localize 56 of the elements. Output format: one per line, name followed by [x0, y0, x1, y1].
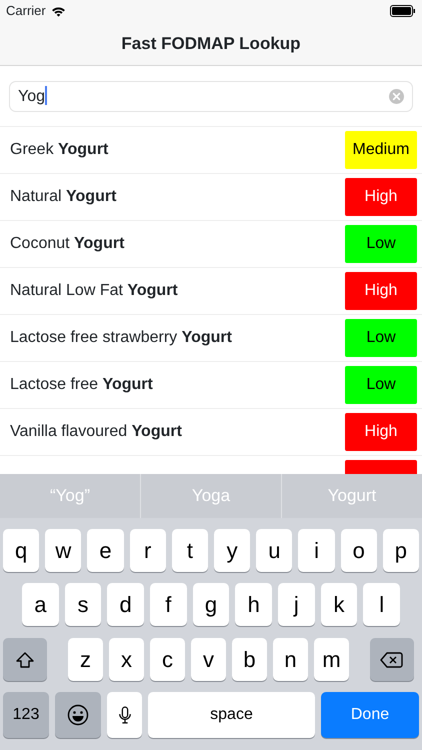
keyboard-key[interactable]: n [273, 638, 308, 681]
keyboard-key[interactable]: h [235, 583, 272, 626]
keyboard-key[interactable]: m [314, 638, 349, 681]
food-name: Vanilla flavoured Yogurt [10, 422, 183, 442]
keyboard-key[interactable]: u [256, 529, 292, 572]
dictation-key[interactable] [107, 692, 142, 738]
microphone-icon [118, 705, 132, 725]
keyboard-key[interactable]: b [232, 638, 267, 681]
rating-badge: High [345, 178, 417, 216]
shift-icon [15, 650, 35, 668]
rating-badge: High [345, 272, 417, 310]
carrier-label: Carrier [6, 2, 46, 20]
rating-badge: Low [345, 225, 417, 263]
shift-key[interactable] [3, 638, 47, 681]
food-name: Lactose free Yogurt [10, 375, 154, 395]
delete-key[interactable] [370, 638, 414, 681]
numbers-key[interactable]: 123 [3, 692, 49, 738]
keyboard-key[interactable]: d [107, 583, 144, 626]
keyboard-key[interactable]: j [278, 583, 315, 626]
keyboard-key[interactable]: i [298, 529, 335, 572]
nav-title: Fast FODMAP Lookup [121, 32, 301, 55]
keyboard-key[interactable]: o [340, 529, 377, 572]
keyboard-key[interactable]: r [130, 529, 166, 572]
keyboard-key[interactable]: f [150, 583, 187, 626]
rating-badge: Low [345, 366, 417, 404]
keyboard-key[interactable]: a [22, 583, 59, 626]
keyboard-key[interactable]: v [191, 638, 226, 681]
food-name: Natural Yogurt [10, 187, 118, 207]
search-field[interactable]: Yog [9, 81, 413, 112]
food-name: Coconut Yogurt [10, 234, 126, 254]
keyboard-key[interactable]: k [320, 583, 358, 626]
emoji-key[interactable] [55, 692, 101, 738]
food-name: Natural Low Fat Yogurt [10, 281, 179, 301]
keyboard-key[interactable]: t [172, 529, 208, 572]
food-name: Greek Yogurt [10, 140, 110, 160]
keyboard-key[interactable]: w [45, 529, 82, 572]
keyboard-key[interactable]: x [109, 638, 144, 681]
smiley-icon [67, 704, 89, 726]
rating-badge: Medium [345, 131, 417, 169]
space-key[interactable]: space [148, 692, 315, 738]
done-key[interactable]: Done [321, 692, 419, 738]
keyboard-key[interactable]: c [150, 638, 185, 681]
keyboard-key[interactable]: e [87, 529, 124, 572]
keyboard-key[interactable]: q [3, 529, 40, 572]
delete-icon [380, 650, 404, 668]
rating-badge: High [345, 413, 417, 451]
rating-badge: Low [345, 319, 417, 357]
keyboard-key[interactable]: g [192, 583, 230, 626]
keyboard-key[interactable]: s [64, 583, 102, 626]
keyboard-key[interactable]: y [214, 529, 250, 572]
keyboard-key[interactable]: p [382, 529, 420, 572]
food-name: Lactose free strawberry Yogurt [10, 328, 233, 348]
keyboard-key[interactable]: l [363, 583, 400, 626]
wifi-icon [50, 6, 66, 16]
keyboard-key[interactable]: z [68, 638, 103, 681]
battery-icon [390, 5, 416, 17]
